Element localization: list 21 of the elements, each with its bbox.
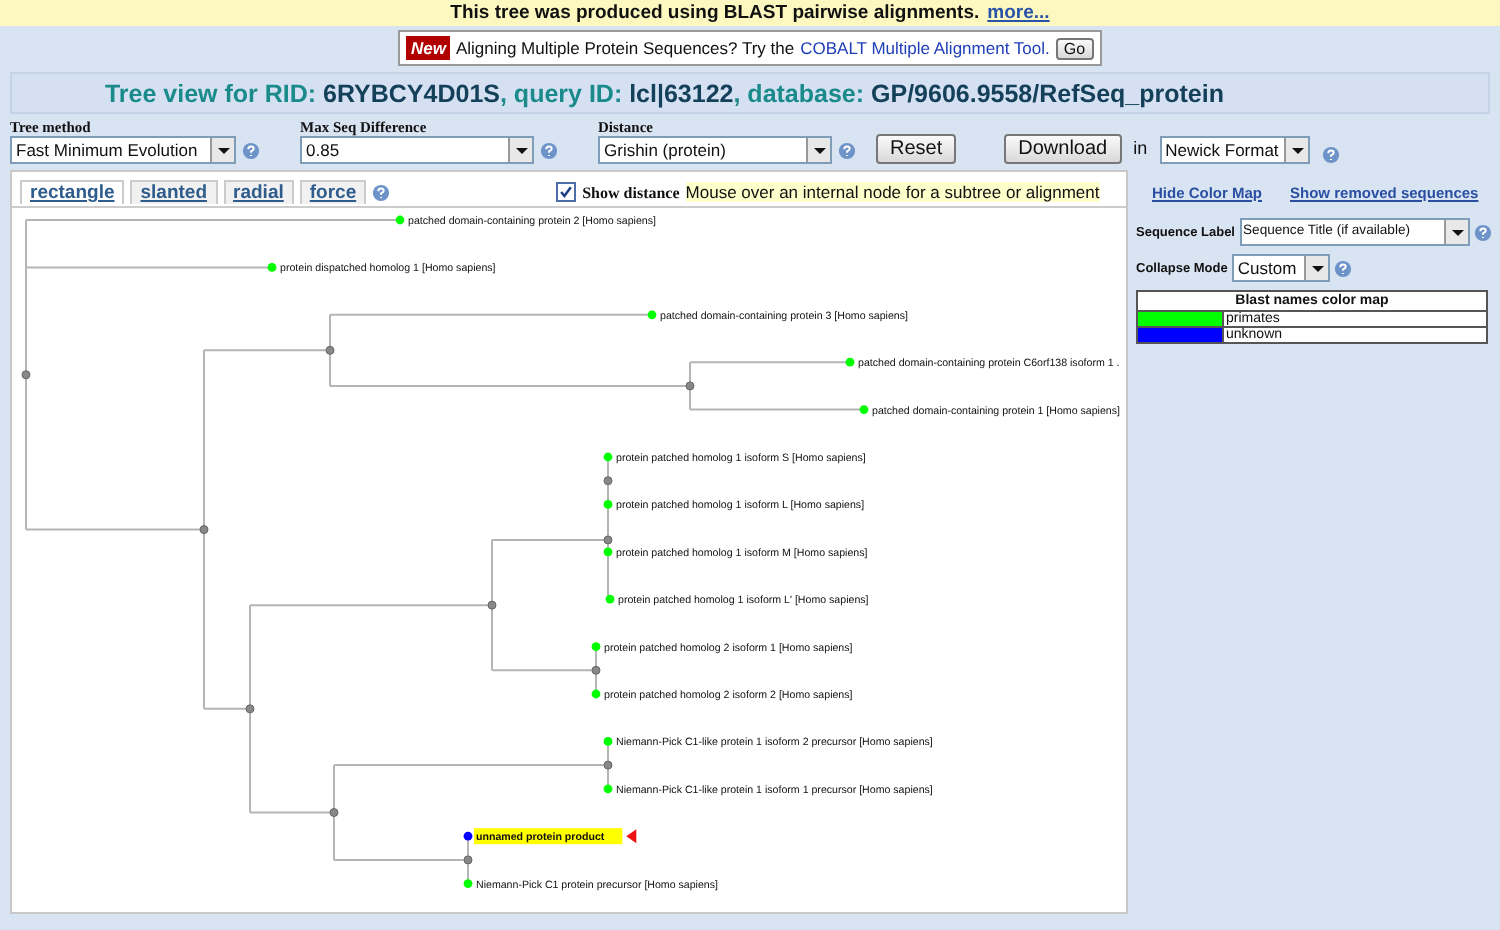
tree-title: Tree view for RID: 6RYBCY4D01S, query ID: lcl|63122, database: GP/9606.9558/RefSeq_protein (104, 79, 1224, 107)
new-badge: New (406, 36, 450, 60)
cobalt-link[interactable]: COBALT Multiple Alignment Tool. (800, 38, 1050, 58)
distance-select[interactable]: Grishin (protein) (598, 136, 832, 164)
reset-button[interactable]: Reset (876, 134, 957, 164)
max-seq-difference-select[interactable]: 0.85 (300, 136, 534, 164)
view-tab[interactable]: radial (223, 180, 294, 204)
banner-text: This tree was produced using BLAST pairwise alignments. (450, 2, 980, 24)
promo-text: Aligning Multiple Protein Sequences? Try the (455, 38, 795, 58)
tree-method-select[interactable]: Fast Minimum Evolution (10, 136, 236, 164)
view-tab[interactable]: rectangle (20, 180, 125, 204)
in-label: in (1133, 137, 1148, 157)
hint-text: Mouse over an internal node for a subtree or alignment (685, 182, 1100, 202)
collapse-mode-select[interactable]: Custom (1231, 254, 1330, 282)
show-distance-label: Show distance (582, 183, 680, 201)
more-link[interactable]: more... (987, 2, 1050, 24)
view-tab[interactable]: slanted (130, 180, 218, 204)
view-tab[interactable]: force (299, 180, 367, 204)
download-button[interactable]: Download (1004, 134, 1122, 164)
format-select[interactable]: Newick Format (1159, 136, 1310, 164)
go-button[interactable]: Go (1055, 37, 1094, 59)
